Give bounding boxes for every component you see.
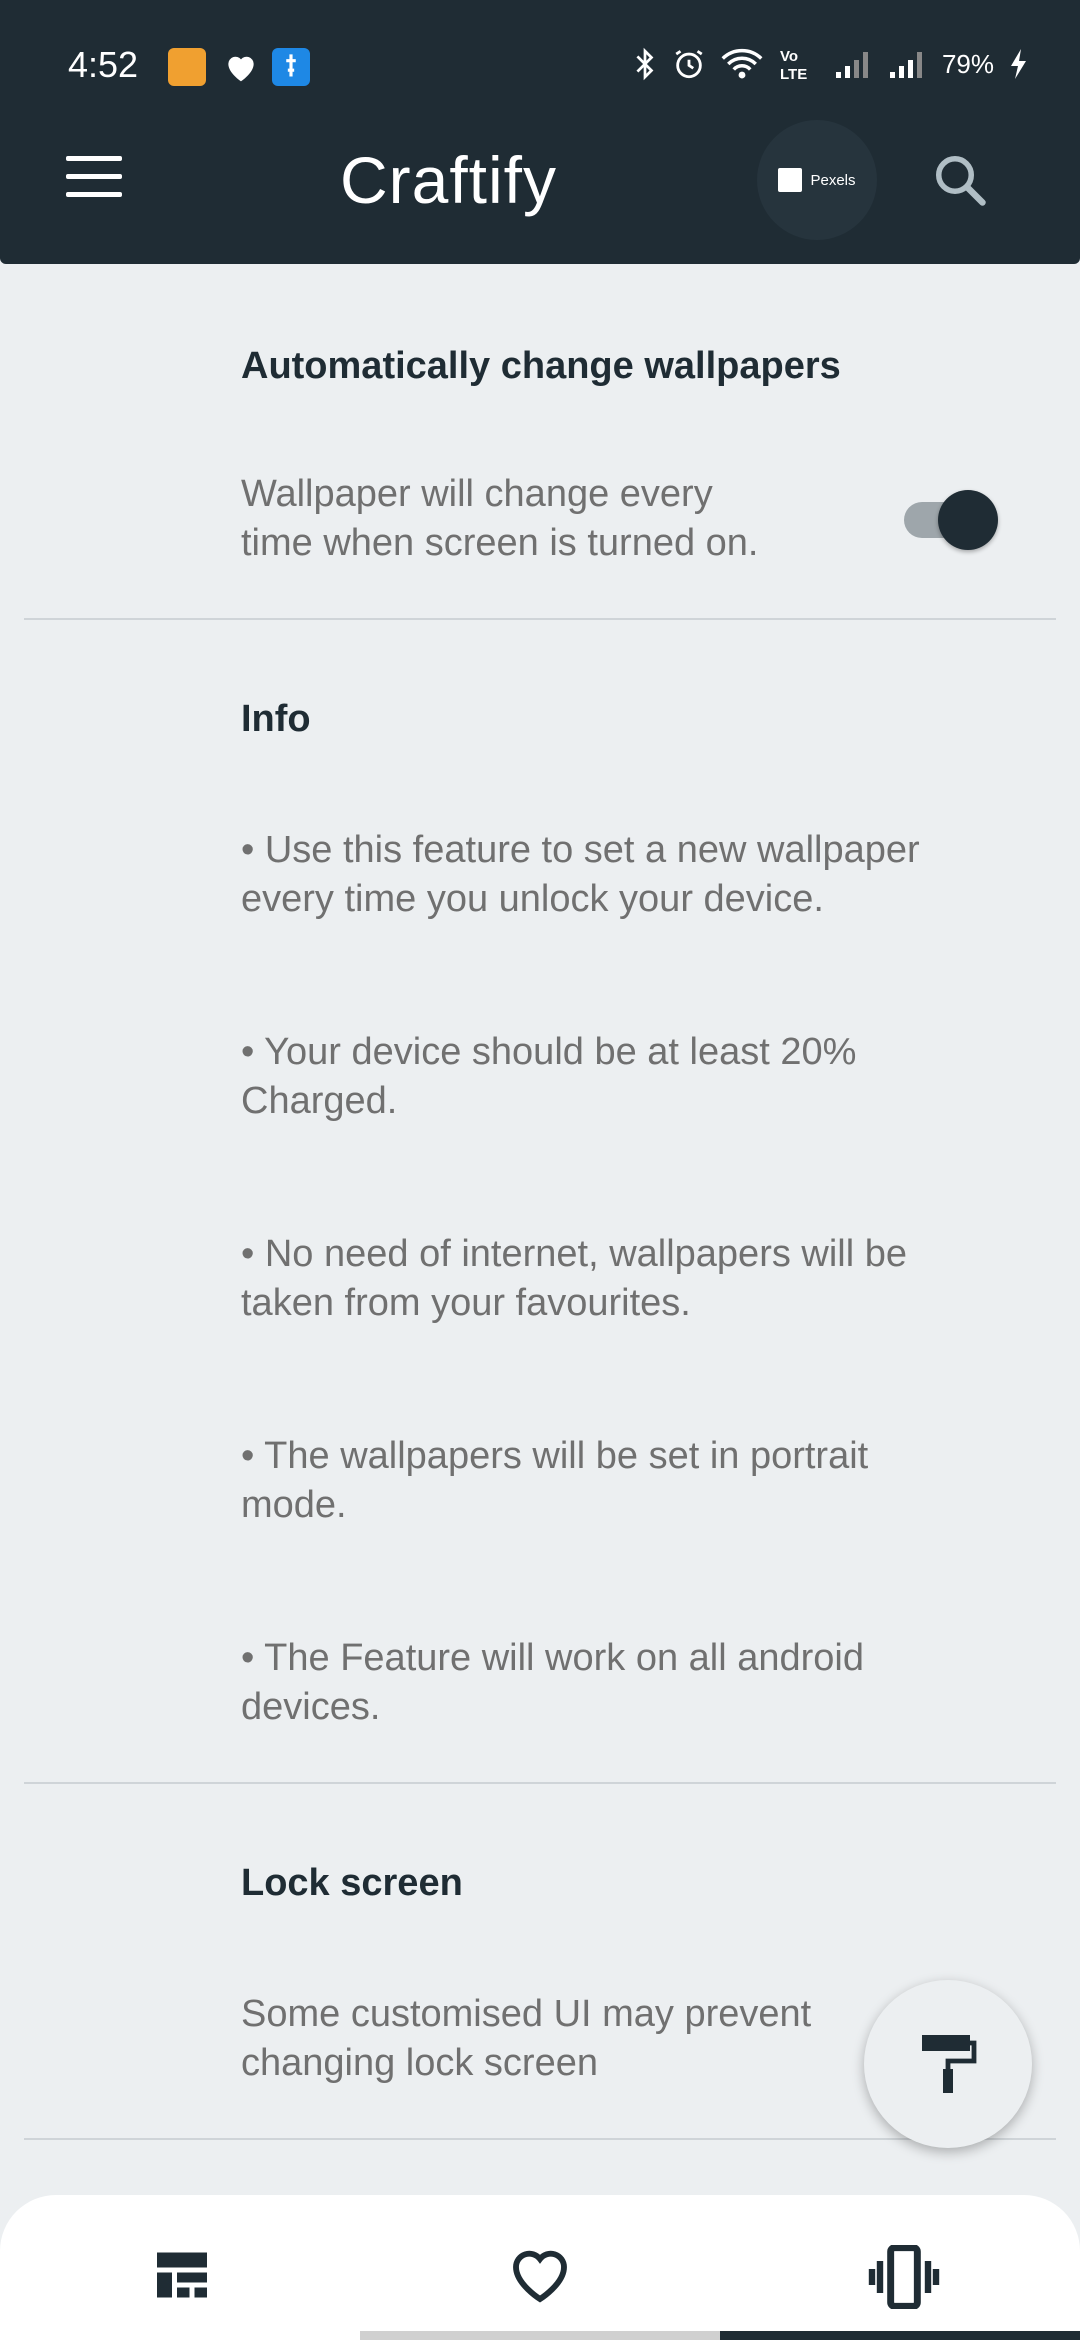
bluetooth-icon	[636, 47, 654, 81]
pexels-label: Pexels	[810, 171, 856, 189]
lock-screen-description-line1: Some customised UI may prevent	[241, 1993, 812, 2035]
heart-icon	[513, 2250, 567, 2303]
phone-vibrate-icon	[868, 2244, 940, 2310]
info-item-1-line1: • Use this feature to set a new wallpape…	[241, 829, 920, 871]
nav-active-indicator	[720, 2331, 1080, 2340]
info-item-4-line2: mode.	[241, 1484, 347, 1526]
app-bar: Craftify Pexels	[0, 96, 1080, 264]
info-item-2-line2: Charged.	[241, 1080, 398, 1122]
auto-change-description-line1: Wallpaper will change every	[241, 473, 713, 515]
info-item-4-line1: • The wallpapers will be set in portrait	[241, 1435, 869, 1477]
lock-screen-title: Lock screen	[241, 1862, 463, 1904]
nav-indicator-track	[360, 2331, 720, 2340]
charging-icon	[1011, 49, 1026, 79]
status-time: 4:52	[68, 44, 139, 85]
app-notification-icon	[168, 48, 206, 86]
health-notification-icon	[222, 48, 260, 86]
bottom-navigation	[0, 2195, 1080, 2340]
menu-icon	[66, 156, 122, 161]
search-button[interactable]	[930, 150, 990, 210]
signal-icon	[835, 52, 868, 78]
pexels-logo-icon	[778, 168, 803, 192]
pexels-button[interactable]: Pexels	[757, 120, 877, 240]
info-item-2-line1: • Your device should be at least 20%	[241, 1031, 857, 1073]
info-item-5-line2: devices.	[241, 1686, 381, 1728]
wifi-icon	[721, 48, 763, 79]
auto-change-toggle[interactable]	[900, 488, 1000, 550]
info-item-5-line1: • The Feature will work on all android	[241, 1637, 865, 1679]
svg-text:Vo: Vo	[780, 48, 798, 65]
status-icons: Vo LTE 79%	[632, 44, 1028, 84]
auto-change-title: Automatically change wallpapers	[241, 345, 841, 387]
menu-button[interactable]	[66, 156, 122, 198]
info-title: Info	[241, 698, 311, 740]
dashboard-icon	[157, 2252, 207, 2298]
info-item-3-line1: • No need of internet, wallpapers will b…	[241, 1233, 908, 1275]
paint-roller-icon	[922, 2035, 977, 2093]
divider	[24, 1782, 1056, 1784]
divider	[24, 2138, 1056, 2140]
lock-screen-description-line2: changing lock screen	[241, 2042, 598, 2084]
signal-icon	[889, 52, 922, 78]
screen: 4:52 Vo LTE 79% Craftify Pexels Automati…	[0, 0, 1080, 2340]
volte-icon: VoLTE	[780, 48, 807, 82]
app-title: Craftify	[340, 143, 558, 217]
status-bar: 4:52 Vo LTE 79%	[0, 0, 1080, 96]
divider	[24, 618, 1056, 620]
alarm-icon	[675, 50, 703, 79]
svg-text:LTE: LTE	[780, 66, 807, 82]
usb-notification-icon	[272, 48, 310, 86]
apply-wallpaper-fab[interactable]	[864, 1980, 1032, 2148]
info-item-3-line2: taken from your favourites.	[241, 1282, 691, 1324]
toggle-thumb	[938, 490, 998, 550]
info-item-1-line2: every time you unlock your device.	[241, 878, 824, 920]
search-icon	[936, 156, 986, 206]
nav-favourites-button[interactable]	[508, 2245, 568, 2305]
auto-change-description-line2: time when screen is turned on.	[241, 522, 759, 564]
nav-wallpapers-button[interactable]	[152, 2245, 212, 2305]
nav-auto-change-button[interactable]	[866, 2244, 940, 2310]
battery-percent: 79%	[941, 48, 994, 79]
